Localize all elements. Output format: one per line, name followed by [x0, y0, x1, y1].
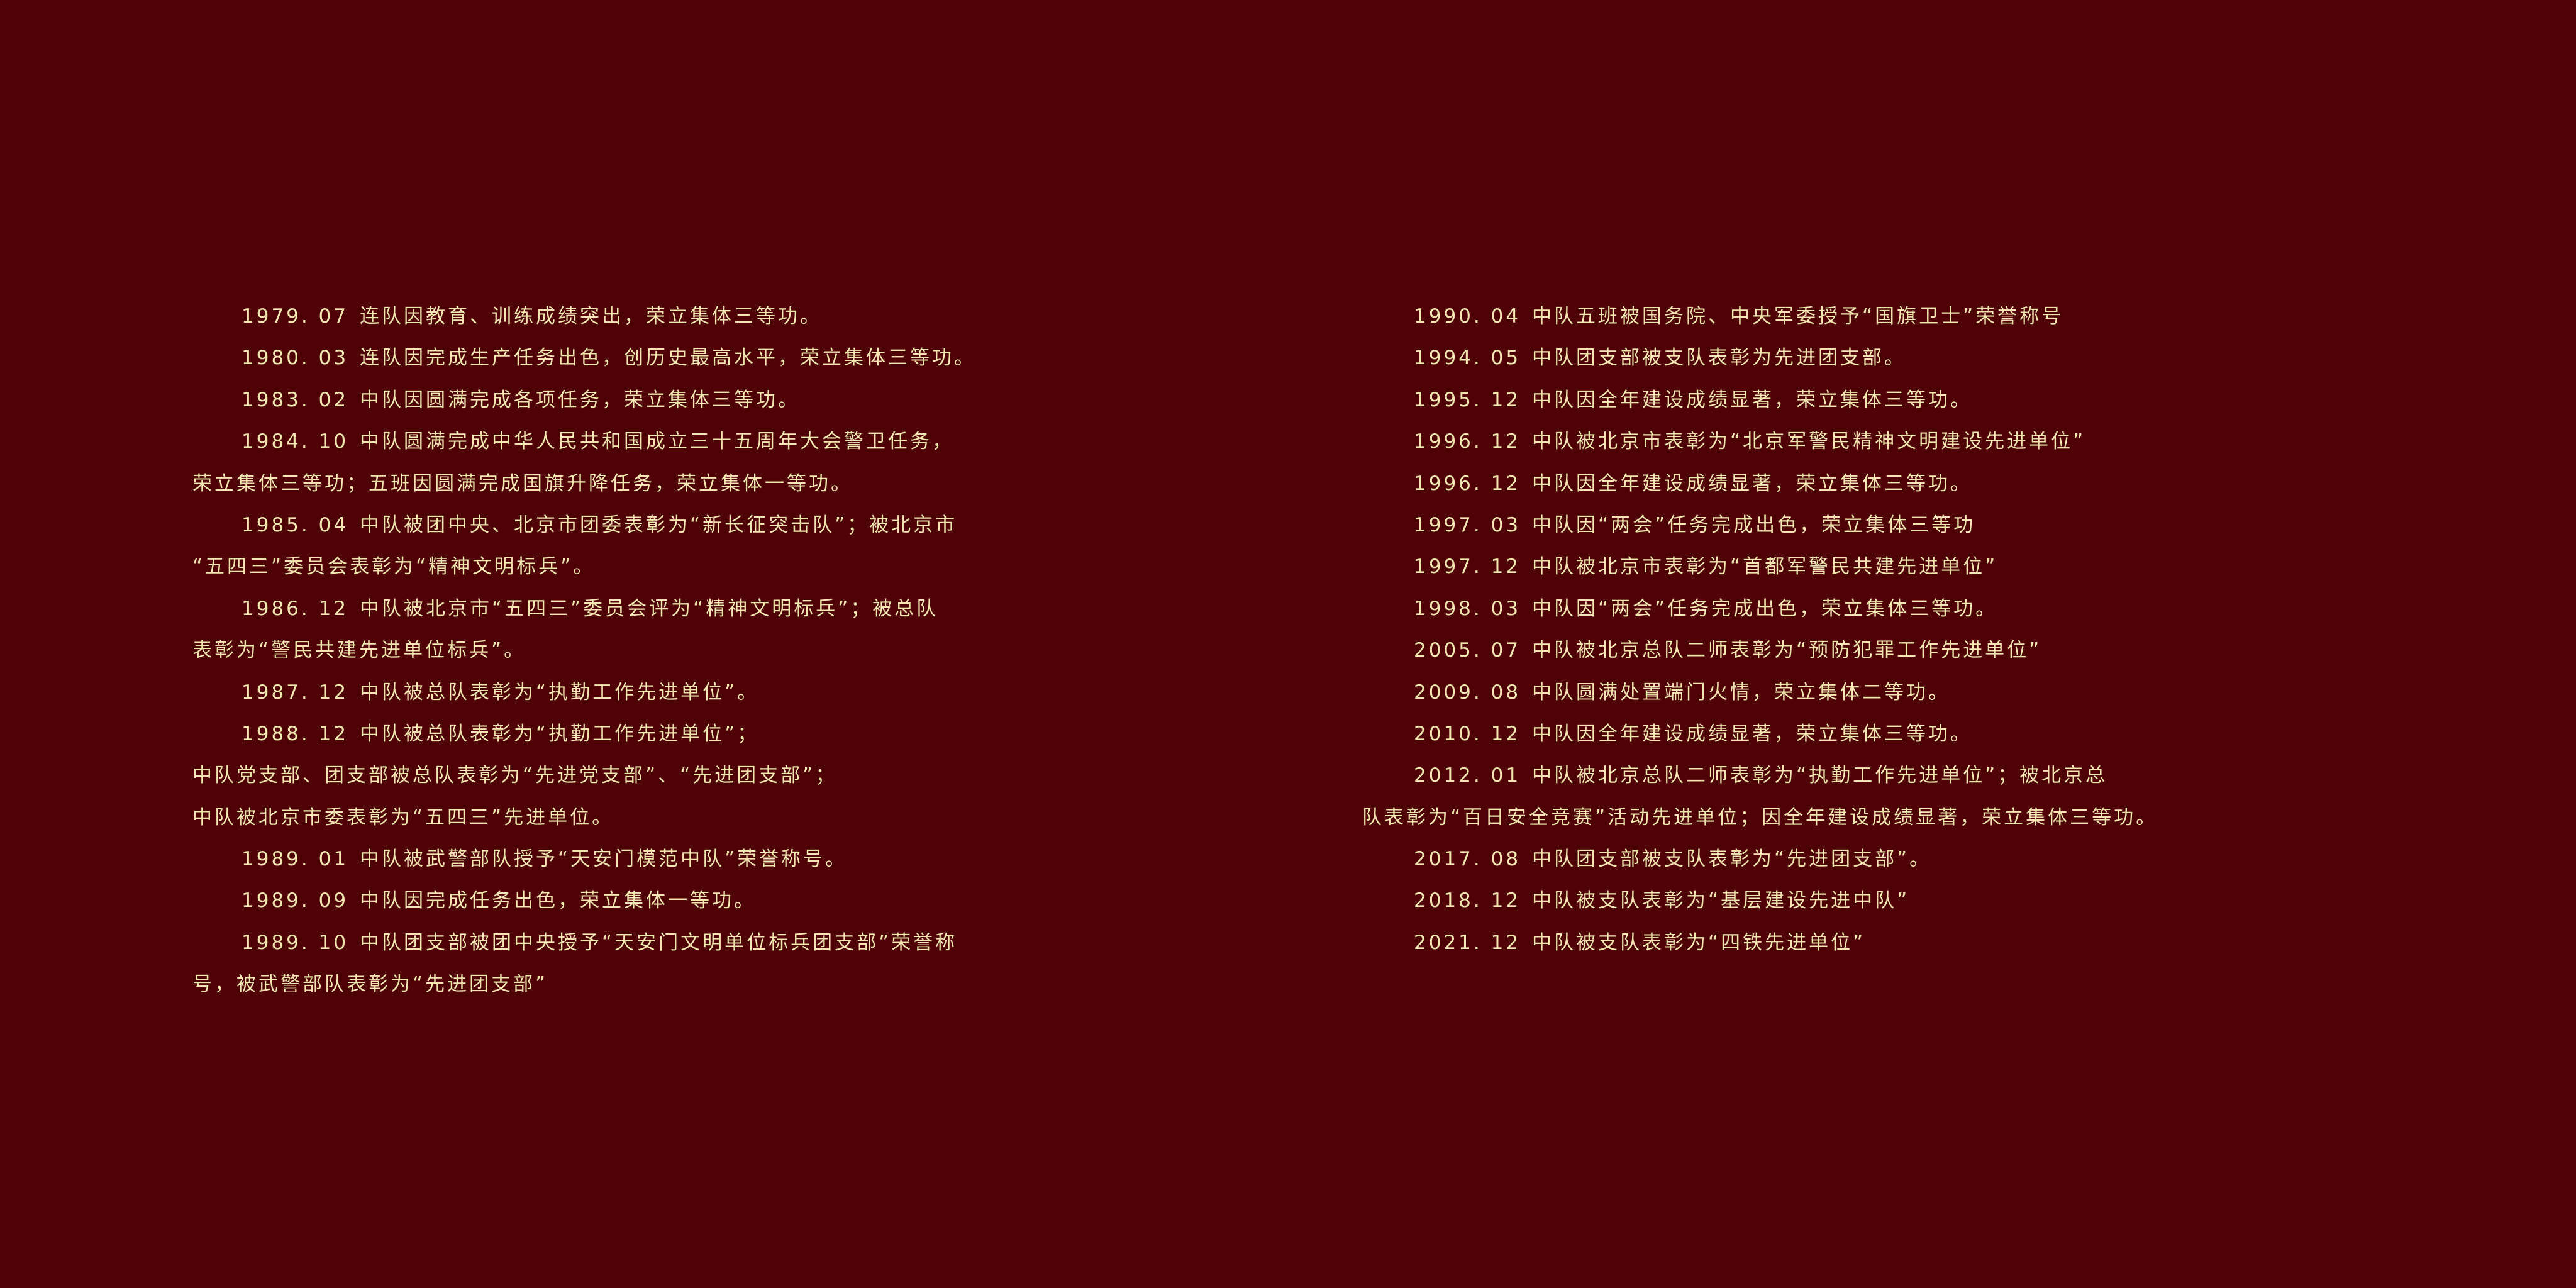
honor-line: 1985. 04 中队被团中央、北京市团委表彰为“新长征突击队”；被北京市: [192, 504, 1010, 546]
honor-line: 1997. 12 中队被北京市表彰为“首都军警民共建先进单位”: [1365, 546, 2245, 587]
honor-text: 中队圆满完成中华人民共和国成立三十五周年大会警卫任务，: [360, 430, 955, 453]
honor-line: 1988. 12 中队被总队表彰为“执勤工作先进单位”；: [192, 713, 1010, 755]
honor-continuation-line: 中队被北京市委表彰为“五四三”先进单位。: [192, 797, 1010, 838]
honor-continuation-line: 表彰为“警民共建先进单位标兵”。: [192, 630, 1010, 671]
honor-line: 2009. 08 中队圆满处置端门火情，荣立集体二等功。: [1365, 672, 2245, 713]
honor-line: 2017. 08 中队团支部被支队表彰为“先进团支部”。: [1365, 838, 2245, 880]
honor-text: 中队被北京总队二师表彰为“预防犯罪工作先进单位”: [1532, 639, 2042, 662]
honor-date: 1979. 07: [242, 305, 349, 328]
honor-text: 中队五班被国务院、中央军委授予“国旗卫士”荣誉称号: [1532, 305, 2064, 328]
honor-text: 中队被总队表彰为“执勤工作先进单位”；: [360, 722, 760, 745]
honor-line: 1983. 02 中队因圆满完成各项任务，荣立集体三等功。: [192, 379, 1010, 421]
honor-text: 中队被团中央、北京市团委表彰为“新长征突击队”；被北京市: [360, 513, 958, 536]
honor-line: 2010. 12 中队因全年建设成绩显著，荣立集体三等功。: [1365, 713, 2245, 755]
honor-line: 2012. 01 中队被北京总队二师表彰为“执勤工作先进单位”；被北京总: [1365, 755, 2245, 796]
honor-text: 中队因圆满完成各项任务，荣立集体三等功。: [360, 388, 801, 411]
honor-date: 2018. 12: [1414, 889, 1521, 913]
honor-continuation-line: 中队党支部、团支部被总队表彰为“先进党支部”、“先进团支部”；: [192, 755, 1010, 796]
honor-text: 中队因全年建设成绩显著，荣立集体三等功。: [1532, 722, 1973, 745]
honor-continuation-line: “五四三”委员会表彰为“精神文明标兵”。: [192, 546, 1010, 587]
honor-line: 1989. 10 中队团支部被团中央授予“天安门文明单位标兵团支部”荣誉称: [192, 922, 1010, 963]
honor-continuation-line: 号，被武警部队表彰为“先进团支部”: [192, 963, 1010, 1005]
honor-text: 中队被支队表彰为“四铁先进单位”: [1532, 931, 1866, 954]
honor-continuation-line: 荣立集体三等功；五班因圆满完成国旗升降任务，荣立集体一等功。: [192, 463, 1010, 504]
honor-line: 1995. 12 中队因全年建设成绩显著，荣立集体三等功。: [1365, 379, 2245, 421]
honor-text: 中队被北京总队二师表彰为“执勤工作先进单位”；被北京总: [1532, 764, 2108, 787]
honor-date: 1989. 09: [242, 889, 349, 913]
honor-text: “五四三”委员会表彰为“精神文明标兵”。: [192, 555, 596, 579]
honor-date: 1990. 04: [1414, 305, 1521, 328]
honor-date: 1980. 03: [242, 347, 349, 370]
honor-date: 2009. 08: [1414, 680, 1521, 704]
honor-date: 1998. 03: [1414, 597, 1521, 620]
honor-line: 1984. 10 中队圆满完成中华人民共和国成立三十五周年大会警卫任务，: [192, 421, 1010, 462]
honor-line: 2005. 07 中队被北京总队二师表彰为“预防犯罪工作先进单位”: [1365, 630, 2245, 671]
honor-text: 中队因全年建设成绩显著，荣立集体三等功。: [1532, 472, 1973, 495]
honors-page: 1979. 07 连队因教育、训练成绩突出，荣立集体三等功。 1980. 03 连队…: [0, 0, 2576, 1288]
honor-text: 中队被支队表彰为“基层建设先进中队”: [1532, 889, 1910, 913]
honor-text: 中队被武警部队授予“天安门模范中队”荣誉称号。: [360, 848, 848, 871]
honor-line: 1990. 04 中队五班被国务院、中央军委授予“国旗卫士”荣誉称号: [1365, 296, 2245, 337]
honor-text: 中队被北京市表彰为“首都军警民共建先进单位”: [1532, 555, 1998, 579]
honor-line: 1996. 12 中队被北京市表彰为“北京军警民精神文明建设先进单位”: [1365, 421, 2245, 462]
honor-text: 中队被北京市表彰为“北京军警民精神文明建设先进单位”: [1532, 430, 2086, 453]
honor-date: 2021. 12: [1414, 931, 1521, 954]
honor-text: 连队因完成生产任务出色，创历史最高水平，荣立集体三等功。: [360, 347, 977, 370]
honor-date: 1987. 12: [242, 680, 349, 704]
left-honors-column: 1979. 07 连队因教育、训练成绩突出，荣立集体三等功。 1980. 03 连队…: [192, 296, 1010, 1006]
honor-date: 1984. 10: [242, 430, 349, 453]
honor-date: 1995. 12: [1414, 388, 1521, 411]
honor-line: 1994. 05 中队团支部被支队表彰为先进团支部。: [1365, 337, 2245, 379]
honor-text: 中队圆满处置端门火情，荣立集体二等功。: [1532, 680, 1951, 704]
honor-text: 中队被北京市“五四三”委员会评为“精神文明标兵”；被总队: [360, 597, 939, 620]
honor-text: 中队团支部被支队表彰为先进团支部。: [1532, 347, 1907, 370]
honor-date: 1989. 01: [242, 848, 349, 871]
honor-text: 队表彰为“百日安全竞赛”活动先进单位；因全年建设成绩显著，荣立集体三等功。: [1362, 806, 2158, 829]
honor-line: 1980. 03 连队因完成生产任务出色，创历史最高水平，荣立集体三等功。: [192, 337, 1010, 379]
honor-date: 2005. 07: [1414, 639, 1521, 662]
honor-line: 1979. 07 连队因教育、训练成绩突出，荣立集体三等功。: [192, 296, 1010, 337]
honor-date: 1983. 02: [242, 388, 349, 411]
honor-line: 1986. 12 中队被北京市“五四三”委员会评为“精神文明标兵”；被总队: [192, 588, 1010, 630]
honor-date: 2017. 08: [1414, 848, 1521, 871]
honor-text: 中队因完成任务出色，荣立集体一等功。: [360, 889, 757, 913]
honor-date: 1997. 03: [1414, 513, 1521, 536]
honor-text: 中队党支部、团支部被总队表彰为“先进党支部”、“先进团支部”；: [192, 764, 838, 787]
honor-text: 中队因“两会”任务完成出色，荣立集体三等功。: [1532, 597, 1998, 620]
honor-date: 1997. 12: [1414, 555, 1521, 579]
honor-date: 1989. 10: [242, 931, 349, 954]
honor-line: 1989. 09 中队因完成任务出色，荣立集体一等功。: [192, 880, 1010, 921]
right-honors-column: 1990. 04 中队五班被国务院、中央军委授予“国旗卫士”荣誉称号 1994. …: [1362, 296, 2245, 963]
honor-continuation-line: 队表彰为“百日安全竞赛”活动先进单位；因全年建设成绩显著，荣立集体三等功。: [1362, 797, 2245, 838]
honor-date: 1985. 04: [242, 513, 349, 536]
honor-line: 1997. 03 中队因“两会”任务完成出色，荣立集体三等功: [1365, 504, 2245, 546]
honor-text: 表彰为“警民共建先进单位标兵”。: [192, 639, 526, 662]
honor-text: 中队被总队表彰为“执勤工作先进单位”。: [360, 680, 760, 704]
honor-line: 1987. 12 中队被总队表彰为“执勤工作先进单位”。: [192, 672, 1010, 713]
honor-date: 1988. 12: [242, 722, 349, 745]
honor-text: 连队因教育、训练成绩突出，荣立集体三等功。: [360, 305, 823, 328]
honor-date: 1996. 12: [1414, 430, 1521, 453]
honor-date: 1996. 12: [1414, 472, 1521, 495]
honor-line: 1996. 12 中队因全年建设成绩显著，荣立集体三等功。: [1365, 463, 2245, 504]
honor-text: 中队因“两会”任务完成出色，荣立集体三等功: [1532, 513, 1976, 536]
honor-text: 中队团支部被团中央授予“天安门文明单位标兵团支部”荣誉称: [360, 931, 958, 954]
honor-text: 荣立集体三等功；五班因圆满完成国旗升降任务，荣立集体一等功。: [192, 472, 853, 495]
honor-text: 中队被北京市委表彰为“五四三”先进单位。: [192, 806, 614, 829]
honor-date: 2010. 12: [1414, 722, 1521, 745]
honor-line: 1998. 03 中队因“两会”任务完成出色，荣立集体三等功。: [1365, 588, 2245, 630]
honor-date: 1986. 12: [242, 597, 349, 620]
honor-line: 2021. 12 中队被支队表彰为“四铁先进单位”: [1365, 922, 2245, 963]
honor-text: 号，被武警部队表彰为“先进团支部”: [192, 973, 548, 996]
honor-date: 1994. 05: [1414, 347, 1521, 370]
honor-line: 1989. 01 中队被武警部队授予“天安门模范中队”荣誉称号。: [192, 838, 1010, 880]
honor-date: 2012. 01: [1414, 764, 1521, 787]
honor-line: 2018. 12 中队被支队表彰为“基层建设先进中队”: [1365, 880, 2245, 921]
honor-text: 中队团支部被支队表彰为“先进团支部”。: [1532, 848, 1932, 871]
honor-text: 中队因全年建设成绩显著，荣立集体三等功。: [1532, 388, 1973, 411]
